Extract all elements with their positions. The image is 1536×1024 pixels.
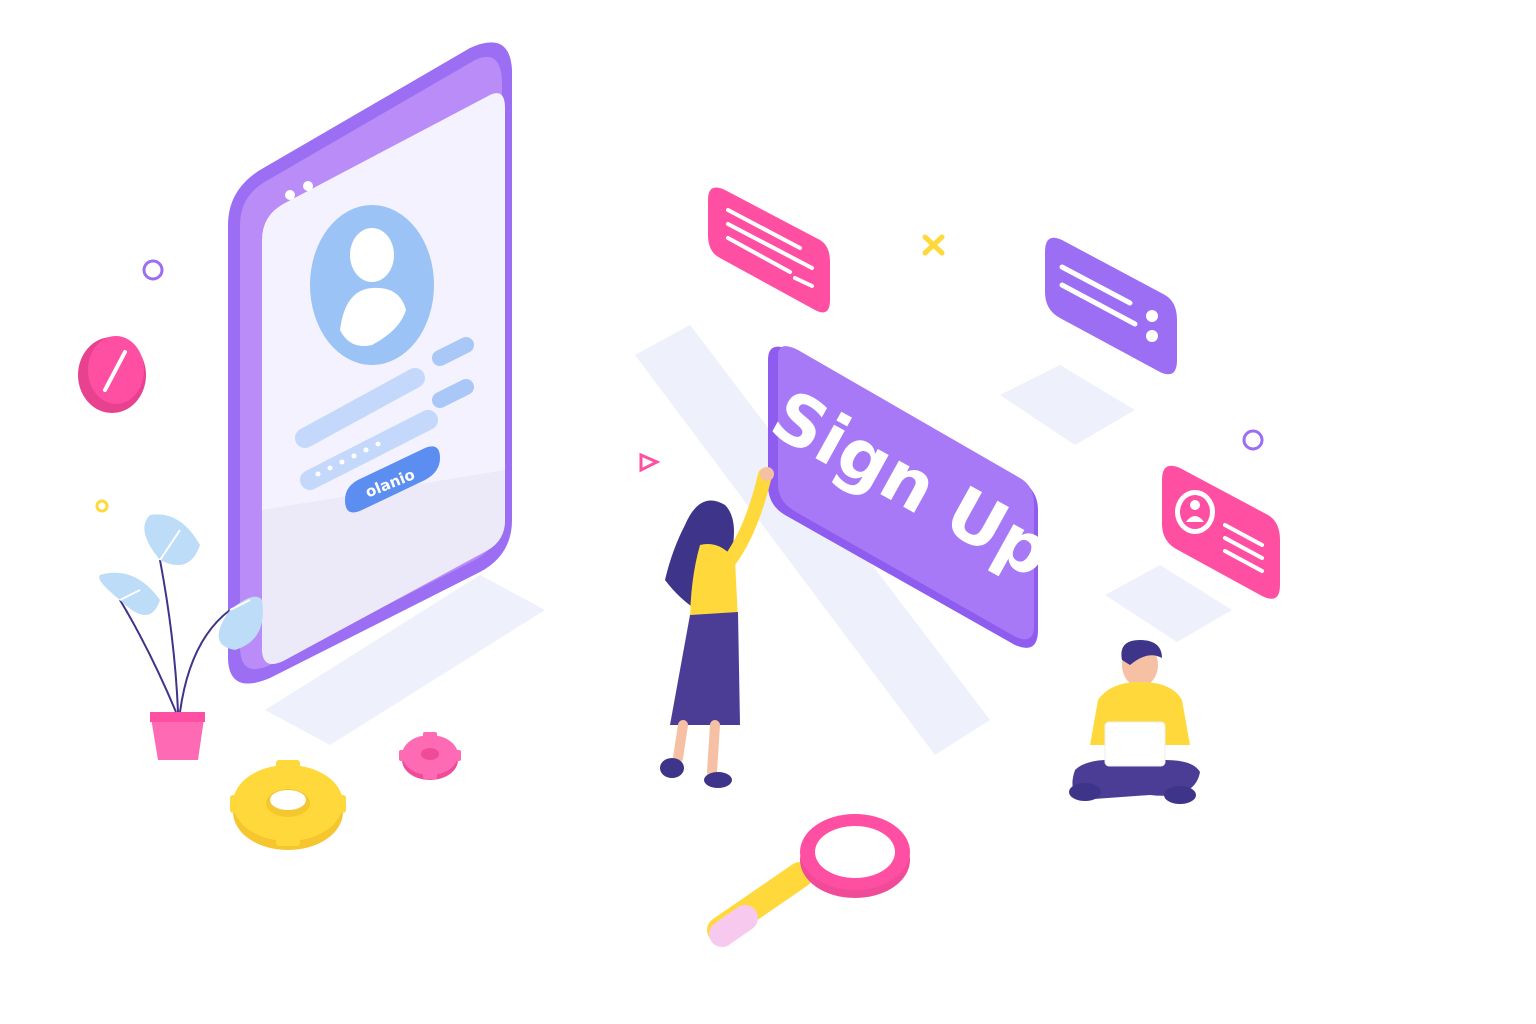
play-icon [639,452,661,473]
camera-dot [285,190,295,200]
ring-icon [142,259,164,281]
ring-icon [1242,429,1264,451]
user-avatar-icon [1175,490,1215,534]
magnifier-icon [707,814,910,947]
gear-icon [230,760,346,850]
user-avatar-icon [310,205,434,365]
message-card-purple [1045,237,1177,375]
laptop-icon [1104,721,1166,767]
close-icon [922,234,945,256]
woman-figure [660,467,774,788]
ring-icon [95,499,109,513]
man-figure [1069,640,1200,804]
message-card-pink [708,187,830,313]
pill-icon [78,336,146,413]
camera-dot [303,181,313,191]
signup-illustration: olanio Sign Up [78,42,1280,947]
gear-icon [399,732,461,780]
